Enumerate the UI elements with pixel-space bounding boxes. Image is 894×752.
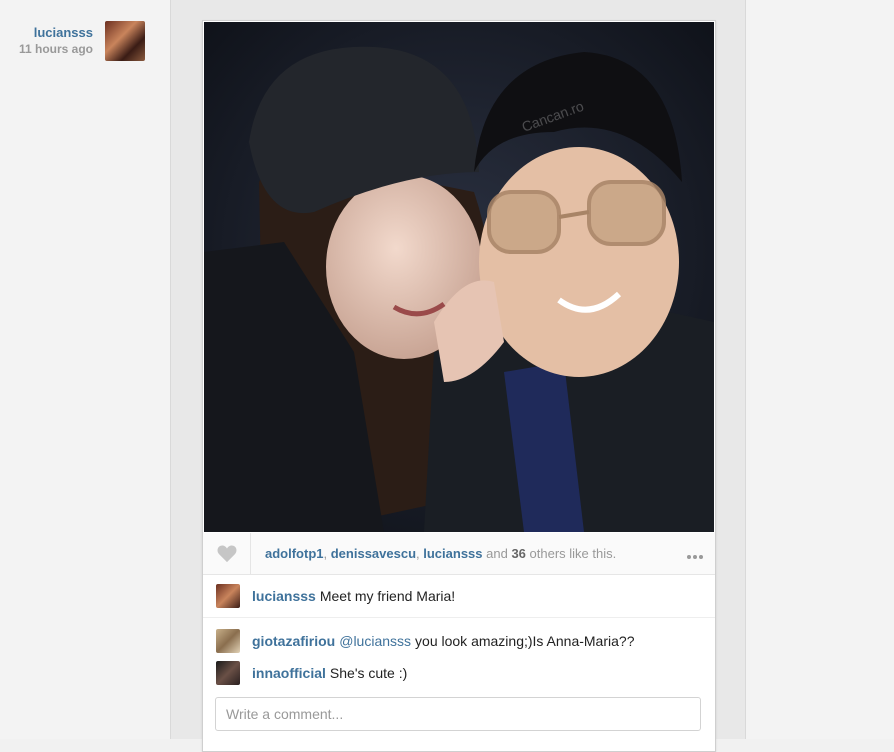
comment-text: She's cute :) — [329, 665, 408, 681]
post-photo[interactable]: Cancan.ro — [204, 22, 714, 532]
author-username[interactable]: luciansss — [19, 25, 93, 41]
others-count[interactable]: 36 — [511, 546, 525, 561]
avatar[interactable] — [216, 584, 240, 608]
comment-username[interactable]: giotazafiriou — [252, 633, 335, 649]
author-avatar[interactable] — [105, 21, 145, 61]
comment-row: innaofficial She's cute :) — [216, 661, 407, 685]
photo-illustration: Cancan.ro — [204, 22, 714, 532]
comment-mention[interactable]: @luciansss — [339, 633, 411, 649]
comment-row: giotazafiriou @luciansss you look amazin… — [216, 629, 634, 653]
likes-and-text: and — [482, 546, 512, 561]
comment-text: you look amazing;)Is Anna-Maria?? — [415, 633, 635, 649]
caption-username[interactable]: luciansss — [252, 588, 316, 604]
liker-link[interactable]: denissavescu — [331, 546, 416, 561]
liker-link[interactable]: adolfotp1 — [265, 546, 324, 561]
liker-link[interactable]: luciansss — [423, 546, 482, 561]
likes-bar: adolfotp1, denissavescu, luciansss and 3… — [203, 533, 715, 575]
left-gutter — [0, 0, 170, 739]
liker-separator: , — [323, 546, 331, 561]
post-author-info: luciansss 11 hours ago — [19, 25, 93, 57]
heart-icon[interactable] — [216, 543, 238, 563]
comment-input[interactable] — [215, 697, 701, 731]
post-timestamp[interactable]: 11 hours ago — [19, 41, 93, 57]
avatar[interactable] — [216, 629, 240, 653]
caption-row: luciansss Meet my friend Maria! — [203, 575, 715, 618]
post-card: Cancan.ro adolfotp1, denissavescu, lucia… — [202, 20, 716, 752]
like-divider — [250, 533, 251, 574]
more-options-icon[interactable] — [685, 546, 703, 562]
avatar[interactable] — [216, 661, 240, 685]
caption-content: luciansss Meet my friend Maria! — [216, 584, 455, 608]
likes-summary: adolfotp1, denissavescu, luciansss and 3… — [265, 546, 616, 561]
right-gutter — [746, 0, 894, 739]
likes-suffix: others like this. — [525, 546, 617, 561]
caption-text: Meet my friend Maria! — [319, 588, 456, 604]
comment-username[interactable]: innaofficial — [252, 665, 326, 681]
